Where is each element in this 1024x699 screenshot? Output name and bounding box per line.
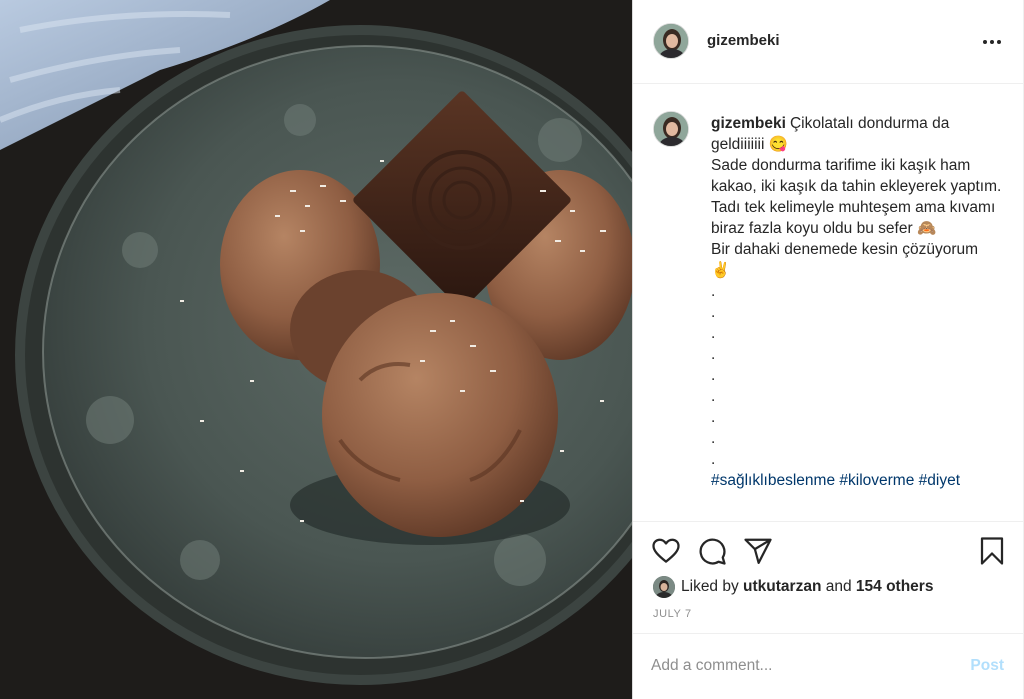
caption-author-avatar[interactable] — [653, 111, 689, 147]
yum-emoji-icon: 😋 — [768, 136, 789, 153]
likes-conj: and — [825, 578, 852, 595]
bookmark-icon[interactable] — [977, 536, 1007, 566]
caption-line-2: Sade dondurma tarifime iki kaşık ham kak… — [711, 157, 1002, 237]
caption-dot: . — [711, 451, 716, 468]
likes-prefix: Liked by — [681, 578, 739, 595]
avatar-image — [654, 112, 688, 146]
caption-dot: . — [711, 409, 716, 426]
caption-section: gizembeki Çikolatalı dondurma da geldiiii… — [633, 85, 1024, 521]
post-header: gizembeki — [633, 0, 1024, 84]
see-no-evil-emoji-icon: 🙈 — [916, 220, 937, 237]
author-username[interactable]: gizembeki — [707, 32, 780, 49]
caption-dot: . — [711, 283, 716, 300]
likes-others-link[interactable]: 154 others — [856, 578, 934, 596]
caption-line-3: Bir dahaki denemede kesin çözüyorum — [711, 241, 979, 258]
heart-icon[interactable] — [651, 536, 681, 566]
liker-avatar[interactable] — [653, 576, 675, 598]
chocolate-ice-cream-image — [0, 0, 632, 699]
caption-dots: . . . . . . . . . — [711, 281, 1007, 470]
hashtag-link[interactable]: #sağlıklıbeslenme — [711, 472, 835, 489]
caption-dot: . — [711, 304, 716, 321]
add-comment-bar: Post — [633, 633, 1024, 699]
caption-dot: . — [711, 430, 716, 447]
post-side-panel: gizembeki gizembeki Çikolatalı dondurma d… — [632, 0, 1024, 699]
avatar-image — [654, 24, 688, 58]
hashtag-link[interactable]: #kiloverme — [839, 472, 914, 489]
share-icon[interactable] — [743, 536, 773, 566]
hashtag-link[interactable]: #diyet — [919, 472, 960, 489]
caption-dot: . — [711, 346, 716, 363]
caption-text: gizembeki Çikolatalı dondurma da geldiiii… — [711, 113, 1007, 491]
caption-hashtags: #sağlıklıbeslenme #kiloverme #diyet — [711, 472, 960, 489]
post-actions: Liked by utkutarzan and 154 others JULY … — [633, 521, 1024, 633]
post-photo[interactable] — [0, 0, 632, 699]
more-horizontal-icon[interactable] — [980, 30, 1004, 54]
avatar-image — [653, 576, 675, 598]
comment-input[interactable] — [651, 654, 951, 678]
post-date[interactable]: JULY 7 — [653, 608, 692, 620]
victory-hand-emoji-icon: ✌️ — [711, 262, 731, 279]
caption-dot: . — [711, 388, 716, 405]
comment-icon[interactable] — [697, 536, 727, 566]
liker-username[interactable]: utkutarzan — [743, 578, 821, 596]
caption-username[interactable]: gizembeki — [711, 115, 786, 132]
author-avatar[interactable] — [653, 23, 689, 59]
caption-dot: . — [711, 367, 716, 384]
caption-dot: . — [711, 325, 716, 342]
post-comment-button[interactable]: Post — [970, 657, 1004, 675]
likes-summary: Liked by utkutarzan and 154 others — [653, 576, 933, 598]
